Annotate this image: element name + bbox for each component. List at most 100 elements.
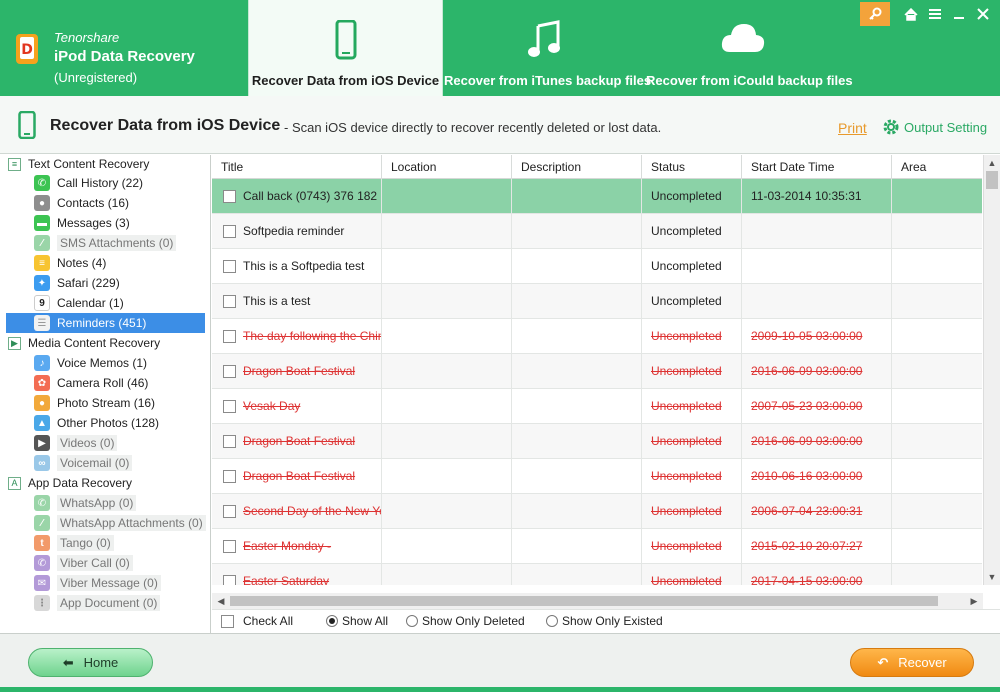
cell-description (512, 459, 642, 494)
row-checkbox[interactable] (223, 295, 236, 308)
vertical-scrollbar[interactable]: ▲ ▼ (983, 155, 1000, 585)
scroll-left-icon[interactable]: ◀ (214, 593, 228, 609)
table-row[interactable]: Vesak Day Uncompleted 2007-05-23 03:00:00 (212, 389, 982, 424)
cell-title: Call back (0743) 376 182 (212, 179, 382, 214)
row-checkbox[interactable] (223, 575, 236, 585)
row-checkbox[interactable] (223, 505, 236, 518)
radio[interactable] (406, 615, 418, 627)
scroll-up-icon[interactable]: ▲ (984, 155, 1000, 171)
print-link[interactable]: Print (838, 120, 867, 136)
tree-item-whatsapp[interactable]: ✆ WhatsApp (0) (34, 493, 137, 513)
scroll-thumb[interactable] (986, 171, 998, 189)
tree-group-text[interactable]: ≡ Text Content Recovery (8, 155, 149, 173)
table-row[interactable]: Softpedia reminder Uncompleted (212, 214, 982, 249)
column-header-location[interactable]: Location (382, 155, 512, 179)
tree-item-call-history[interactable]: ✆ Call History (22) (34, 173, 143, 193)
cell-description (512, 494, 642, 529)
tree-item-label: Photo Stream (16) (57, 396, 156, 410)
show-existed-radio[interactable]: Show Only Existed (546, 614, 663, 628)
tree-item-label: Viber Call (0) (57, 555, 133, 571)
tree-item-sms-attachments[interactable]: ⁄ SMS Attachments (0) (34, 233, 177, 253)
column-header-area[interactable]: Area (892, 155, 982, 179)
table-row[interactable]: Easter Saturday Uncompleted 2017-04-15 03:… (212, 564, 982, 585)
check-all-checkbox[interactable]: Check All (221, 614, 293, 628)
table-row[interactable]: Easter Monday - Uncompleted 2015-02-10 20:… (212, 529, 982, 564)
table-row[interactable]: Second Day of the New Year Uncompleted 200… (212, 494, 982, 529)
horizontal-scrollbar[interactable]: ◀ ▶ (212, 593, 983, 609)
menu-icon[interactable] (924, 3, 946, 25)
row-checkbox[interactable] (223, 435, 236, 448)
row-checkbox[interactable] (223, 190, 236, 203)
footer-accent-line (0, 687, 1000, 692)
viber-message-icon: ✉ (34, 575, 50, 591)
close-icon[interactable] (972, 3, 994, 25)
tree-item-voice-memos[interactable]: ♪ Voice Memos (1) (34, 353, 147, 373)
tree-item-reminders[interactable]: ☰ Reminders (451) (6, 313, 205, 333)
radio-selected[interactable] (326, 615, 338, 627)
table-row[interactable]: This is a test Uncompleted (212, 284, 982, 319)
tree-item-voicemail[interactable]: ∞ Voicemail (0) (34, 453, 133, 473)
tree-item-app-document[interactable]: ⋮ App Document (0) (34, 593, 161, 613)
column-header-status[interactable]: Status (642, 155, 742, 179)
table-row[interactable]: The day following the Chines Uncompleted 2… (212, 319, 982, 354)
column-header-start-date[interactable]: Start Date Time (742, 155, 892, 179)
cell-area (892, 284, 982, 319)
table-row[interactable]: Call back (0743) 376 182 Uncompleted 11-03… (212, 179, 982, 214)
scroll-down-icon[interactable]: ▼ (984, 569, 1000, 585)
minimize-icon[interactable] (948, 3, 970, 25)
output-setting-button[interactable]: Output Setting (882, 118, 987, 136)
row-title: Softpedia reminder (243, 224, 345, 238)
tree-group-app[interactable]: A App Data Recovery (8, 474, 132, 492)
tree-item-photo-stream[interactable]: ● Photo Stream (16) (34, 393, 155, 413)
tree-item-messages[interactable]: ▬ Messages (3) (34, 213, 130, 233)
tree-item-label: App Document (0) (57, 595, 161, 611)
row-checkbox[interactable] (223, 540, 236, 553)
tree-item-tango[interactable]: t Tango (0) (34, 533, 114, 553)
tree-item-whatsapp-attachments[interactable]: ⁄ WhatsApp Attachments (0) (34, 513, 206, 533)
scroll-right-icon[interactable]: ▶ (967, 593, 981, 609)
tab-recover-ios-device[interactable]: Recover Data from iOS Device (248, 0, 443, 96)
cell-description (512, 179, 642, 214)
column-header-title[interactable]: Title (212, 155, 382, 179)
table-row[interactable]: This is a Softpedia test Uncompleted (212, 249, 982, 284)
recover-button[interactable]: ↶ Recover (850, 648, 974, 677)
key-icon[interactable] (860, 2, 890, 26)
footer: ⬅ Home ↶ Recover (0, 633, 1000, 692)
table-row[interactable]: Dragon Boat Festival Uncompleted 2010-06-1… (212, 459, 982, 494)
checkbox[interactable] (221, 614, 234, 628)
tree-item-safari[interactable]: ✦ Safari (229) (34, 273, 120, 293)
cell-title: Dragon Boat Festival (212, 424, 382, 459)
row-checkbox[interactable] (223, 365, 236, 378)
row-checkbox[interactable] (223, 470, 236, 483)
tree-item-viber-message[interactable]: ✉ Viber Message (0) (34, 573, 161, 593)
tree-item-notes[interactable]: ≡ Notes (4) (34, 253, 106, 273)
cell-area (892, 564, 982, 585)
show-deleted-label: Show Only Deleted (422, 614, 525, 628)
table-row[interactable]: Dragon Boat Festival Uncompleted 2016-06-0… (212, 424, 982, 459)
table-row[interactable]: Dragon Boat Festival Uncompleted 2016-06-0… (212, 354, 982, 389)
home-icon[interactable] (900, 3, 922, 25)
tree-item-label: Safari (229) (57, 276, 120, 290)
show-deleted-radio[interactable]: Show Only Deleted (406, 614, 525, 628)
row-checkbox[interactable] (223, 260, 236, 273)
tree-item-contacts[interactable]: ● Contacts (16) (34, 193, 129, 213)
tree-group-media[interactable]: ▶ Media Content Recovery (8, 334, 160, 352)
tree-item-calendar[interactable]: 9 Calendar (1) (34, 293, 124, 313)
column-header-description[interactable]: Description (512, 155, 642, 179)
tree-item-camera-roll[interactable]: ✿ Camera Roll (46) (34, 373, 148, 393)
cell-area (892, 529, 982, 564)
tree-item-videos[interactable]: ▶ Videos (0) (34, 433, 118, 453)
tab-recover-icloud[interactable]: Recover from iCould backup files (646, 0, 853, 96)
cell-area (892, 494, 982, 529)
row-checkbox[interactable] (223, 400, 236, 413)
home-button[interactable]: ⬅ Home (28, 648, 153, 677)
tab-recover-itunes[interactable]: Recover from iTunes backup files (444, 0, 651, 96)
row-checkbox[interactable] (223, 225, 236, 238)
row-checkbox[interactable] (223, 330, 236, 343)
radio[interactable] (546, 615, 558, 627)
tree-item-viber-call[interactable]: ✆ Viber Call (0) (34, 553, 133, 573)
cell-start: 2010-06-16 03:00:00 (742, 459, 892, 494)
show-all-radio[interactable]: Show All (326, 614, 388, 628)
scroll-thumb[interactable] (230, 596, 938, 606)
tree-item-other-photos[interactable]: ▲ Other Photos (128) (34, 413, 159, 433)
